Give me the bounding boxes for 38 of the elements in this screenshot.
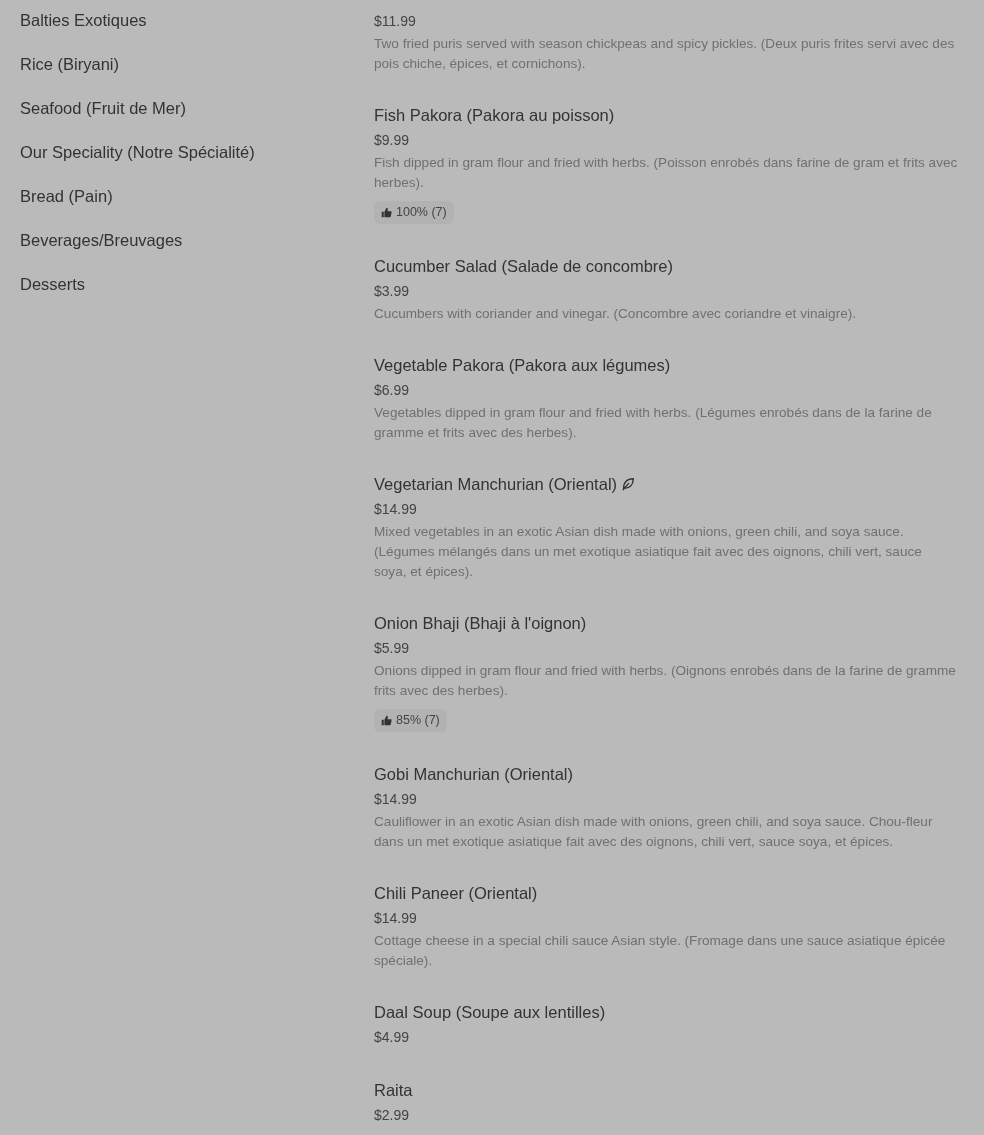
dish-price: $6.99	[374, 380, 411, 400]
dish-price: $14.99	[374, 789, 418, 809]
dish-description: Cucumbers with coriander and vinegar. (Concombre avec coriandre et vinaigre).	[374, 304, 858, 323]
dish-price: $3.99	[374, 281, 411, 301]
thumbs-up-icon	[381, 714, 392, 726]
dish-price: $4.99	[374, 1027, 411, 1047]
thumbs-up-icon	[381, 206, 392, 218]
rating-badge: 100% (7)	[374, 201, 454, 224]
dish-name[interactable]: Fish Pakora (Pakora au poisson)	[374, 103, 615, 127]
category-link[interactable]: Seafood (Fruit de Mer)	[20, 96, 374, 140]
dish-name[interactable]: Onion Bhaji (Bhaji à l'oignon)	[374, 610, 587, 635]
category-link[interactable]: Rice (Biryani)	[20, 52, 374, 96]
category-link[interactable]: Desserts	[20, 272, 374, 316]
dish-price: $11.99	[374, 12, 417, 31]
dish-name[interactable]: Daal Soup (Soupe aux lentilles)	[374, 999, 606, 1024]
dish-price: $9.99	[374, 131, 411, 150]
rating-badge: 85% (7)	[374, 708, 447, 732]
dish-name[interactable]: Vegetable Pakora (Pakora aux légumes)	[374, 352, 671, 377]
dish-description: Cottage cheese in a special chili sauce Asian style. (Fromage dans une sauce asiatique épicée spéciale).	[374, 931, 947, 970]
category-link[interactable]: Beverages/Breuvages	[20, 228, 374, 272]
dish-name[interactable]: Raita	[374, 1077, 413, 1102]
dish-name[interactable]: Gobi Manchurian (Oriental)	[374, 761, 573, 786]
category-link[interactable]: Bread (Pain)	[20, 184, 374, 228]
category-link[interactable]: Balties Exotiques	[20, 8, 374, 52]
dish-description: Cauliflower in an exotic Asian dish made with onions, green chili, and soya sauce. Chou-fleur dans un met exotique asiatique fait avec des oignons, chili vert, sauce soya, et épices.	[374, 812, 934, 851]
dish-description: Onions dipped in gram flour and fried with herbs. (Oignons enrobés dans de la farine de gramme frits avec des herbes).	[374, 661, 957, 700]
dish-name[interactable]: Cucumber Salad (Salade de concombre)	[374, 253, 673, 278]
dish-price: $14.99	[374, 908, 418, 928]
dish-description: Fish dipped in gram flour and fried with herbs. (Poisson enrobés dans farine de gram et frits avec herbes).	[374, 154, 958, 192]
dish-name[interactable]: Vegetarian Manchurian (Oriental)	[374, 471, 618, 496]
dish-description: Mixed vegetables in an exotic Asian dish made with onions, green chili, and soya sauce. (Légumes mélangés dans un met exotique asiatique fait avec des oignons, chili vert, sauce soya, et épices).	[374, 522, 923, 581]
category-link[interactable]: Our Speciality (Notre Spécialité)	[20, 140, 374, 184]
dish-price: $5.99	[374, 638, 411, 658]
dish-description: Two fried puris served with season chickpeas and spicy pickles. (Deux puris frites servi avec des pois chiche, épices, et cornichons).	[374, 35, 956, 73]
dish-description: Vegetables dipped in gram flour and fried with herbs. (Légumes enrobés dans de la farine de gramme et frits avec des herbes).	[374, 403, 933, 442]
dish-price: $14.99	[374, 499, 418, 519]
dish-price: $2.99	[374, 1105, 411, 1125]
dish-name[interactable]: Chili Paneer (Oriental)	[374, 880, 538, 905]
